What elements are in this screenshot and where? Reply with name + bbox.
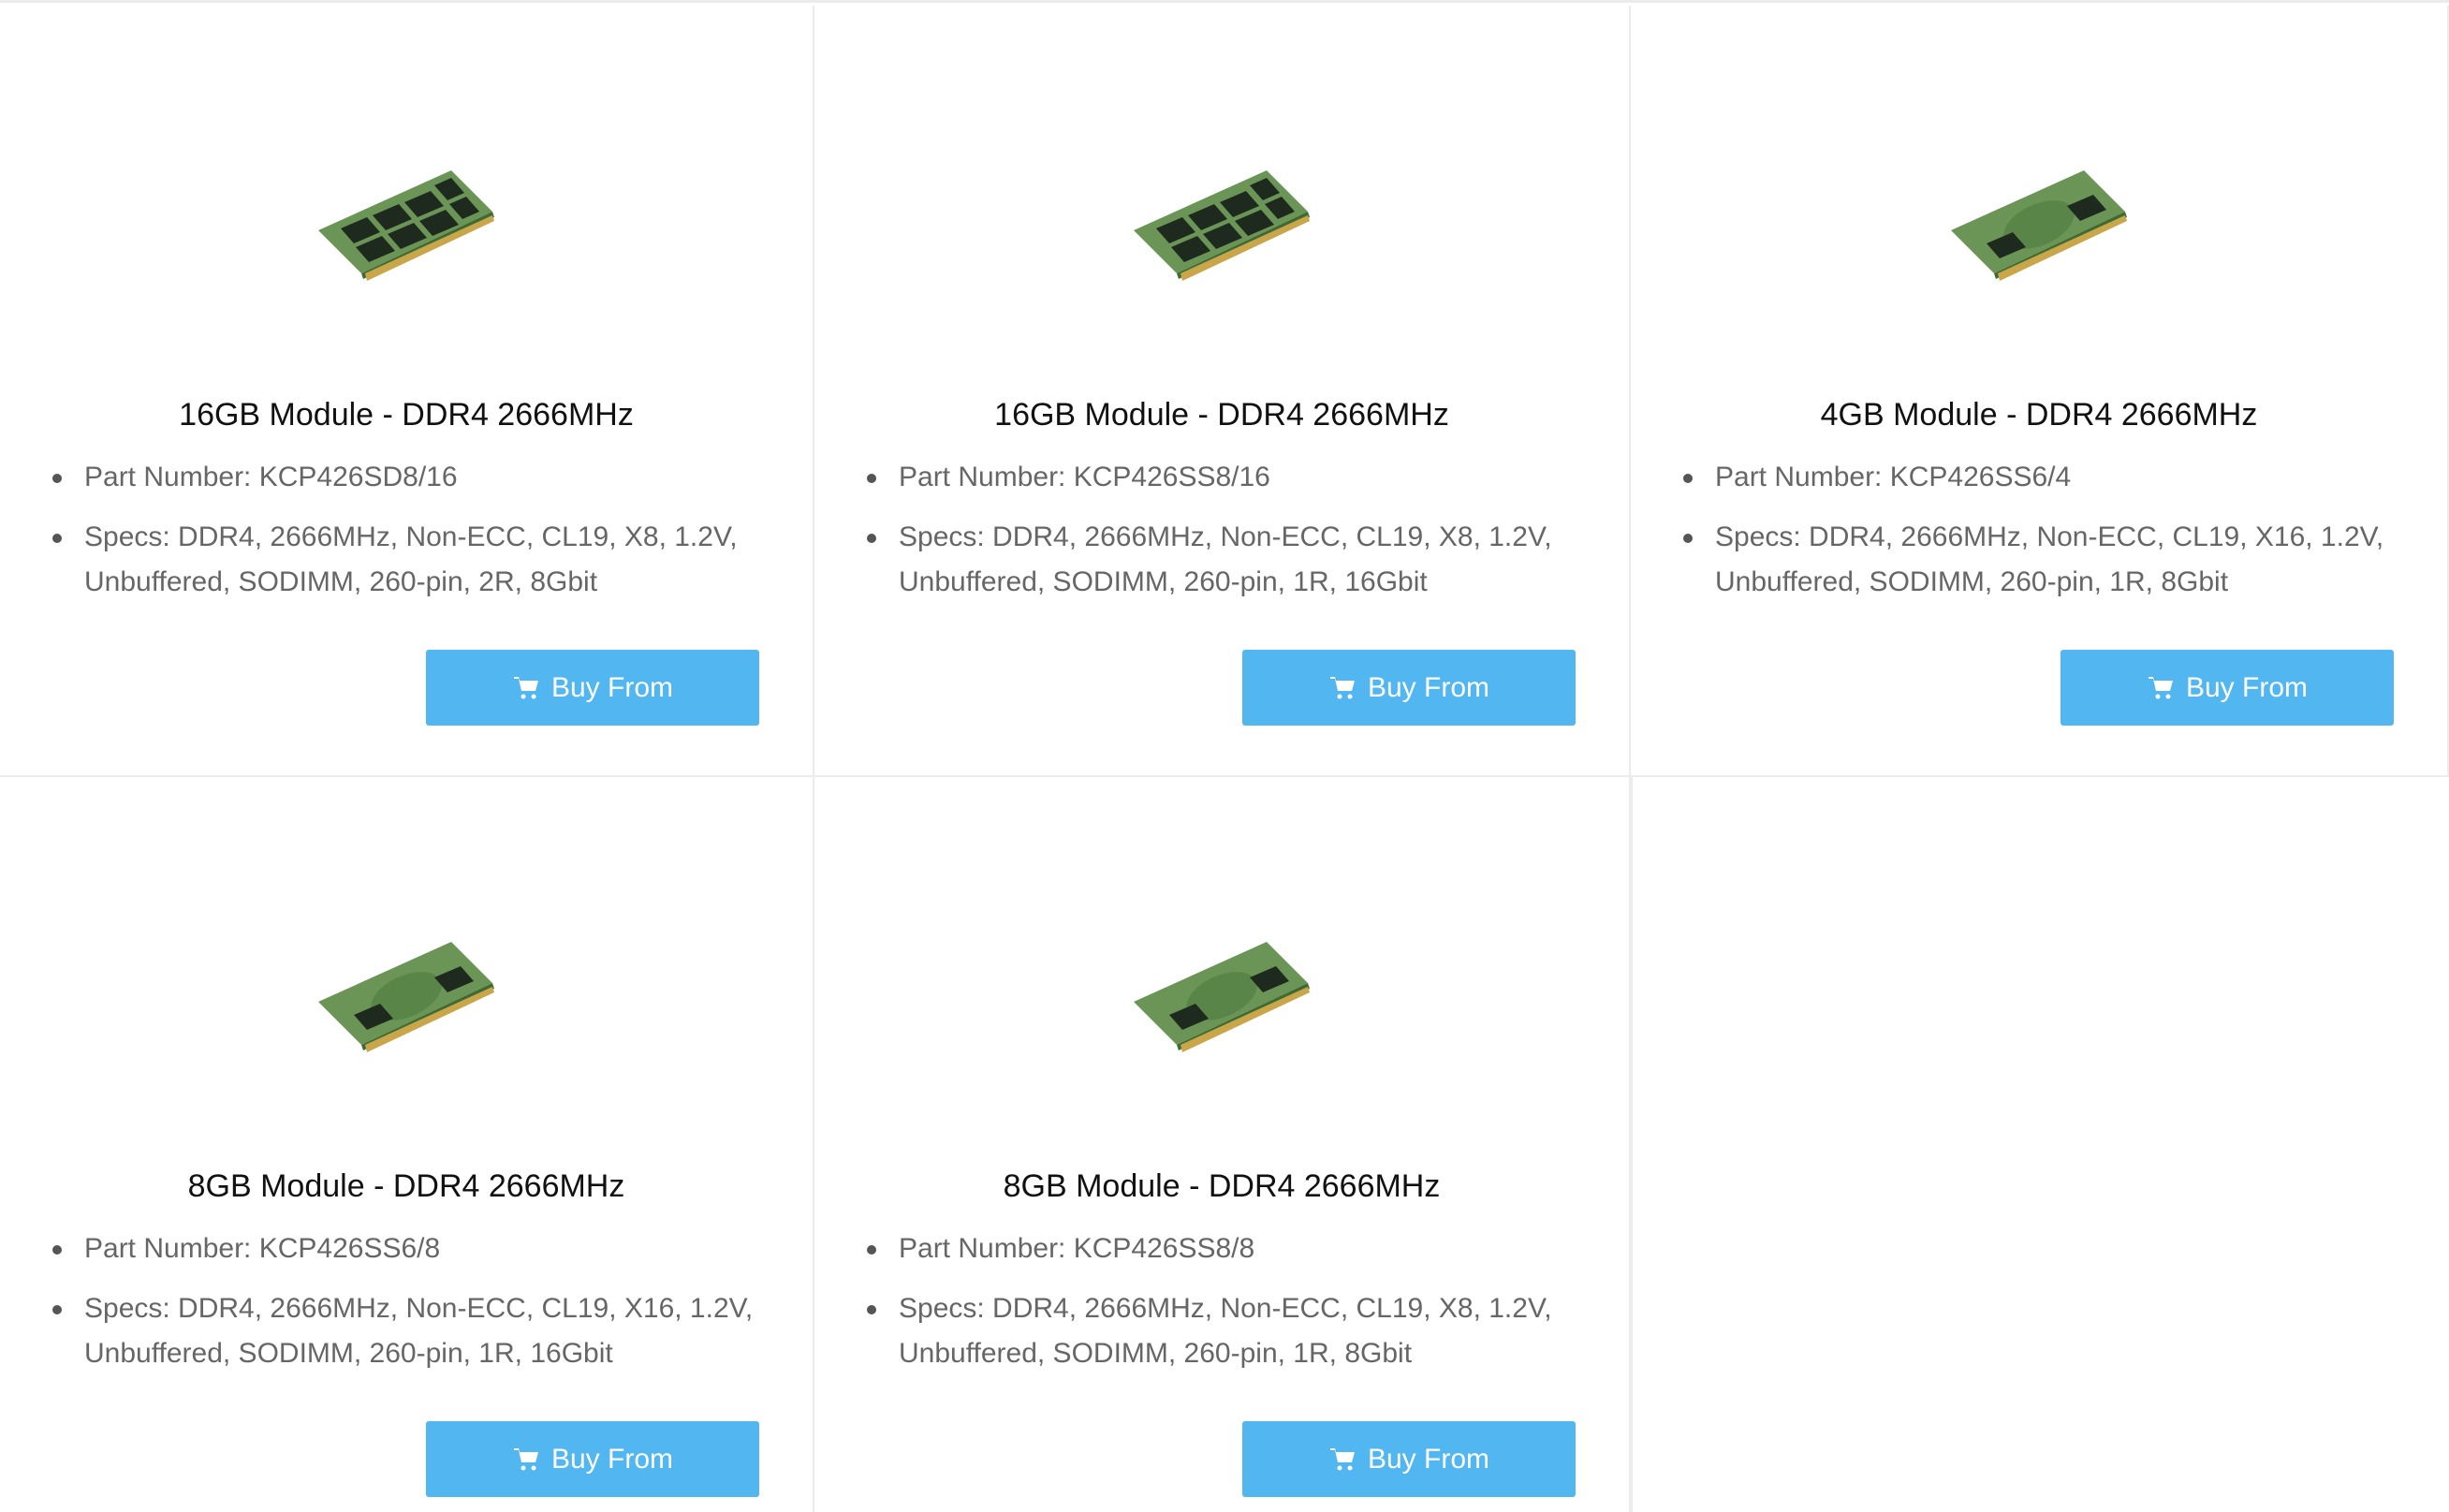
specs: Specs: DDR4, 2666MHz, Non-ECC, CL19, X8,… (52, 515, 775, 605)
bullet-icon (867, 1245, 876, 1255)
ram-module-image[interactable] (1945, 163, 2133, 294)
shopping-cart-icon (512, 673, 542, 703)
product-card: 8GB Module - DDR4 2666MHz Part Number: K… (0, 777, 814, 1512)
specs: Specs: DDR4, 2666MHz, Non-ECC, CL19, X8,… (867, 1286, 1591, 1376)
shopping-cart-icon (1328, 673, 1358, 703)
ram-module-dual-rank-icon (1134, 170, 1310, 281)
specs: Specs: DDR4, 2666MHz, Non-ECC, CL19, X8,… (867, 515, 1591, 605)
buy-from-label: Buy From (1367, 1443, 1490, 1475)
part-number: Part Number: KCP426SS6/8 (52, 1226, 775, 1271)
bullet-icon (1683, 534, 1693, 543)
bullet-icon (867, 534, 876, 543)
part-number-text: Part Number: KCP426SS8/16 (899, 462, 1270, 492)
buy-from-button[interactable]: Buy From (2060, 650, 2394, 726)
bullet-icon (1683, 474, 1693, 483)
bullet-icon (867, 1305, 876, 1314)
specs: Specs: DDR4, 2666MHz, Non-ECC, CL19, X16… (1683, 515, 2410, 605)
part-number-text: Part Number: KCP426SS6/4 (1715, 462, 2072, 492)
product-card: 16GB Module - DDR4 2666MHz Part Number: … (0, 6, 814, 777)
part-number-text: Part Number: KCP426SS6/8 (84, 1233, 441, 1264)
shopping-cart-icon (2147, 673, 2177, 703)
specs-text: Specs: DDR4, 2666MHz, Non-ECC, CL19, X16… (1715, 521, 2384, 597)
buy-from-button[interactable]: Buy From (426, 650, 759, 726)
buy-from-button[interactable]: Buy From (426, 1421, 759, 1497)
shopping-cart-icon (1328, 1445, 1358, 1475)
specs-text: Specs: DDR4, 2666MHz, Non-ECC, CL19, X8,… (899, 1293, 1552, 1369)
part-number: Part Number: KCP426SS8/8 (867, 1226, 1591, 1271)
product-card: 16GB Module - DDR4 2666MHz Part Number: … (814, 6, 1631, 777)
buy-from-button[interactable]: Buy From (1242, 650, 1576, 726)
ram-module-image[interactable] (1128, 934, 1315, 1065)
spec-list: Part Number: KCP426SS6/4 Specs: DDR4, 26… (1683, 455, 2410, 620)
product-grid: 16GB Module - DDR4 2666MHz Part Number: … (0, 0, 2449, 1512)
specs-text: Specs: DDR4, 2666MHz, Non-ECC, CL19, X16… (84, 1293, 754, 1369)
product-card: 4GB Module - DDR4 2666MHz Part Number: K… (1631, 6, 2449, 777)
part-number: Part Number: KCP426SD8/16 (52, 455, 775, 500)
ram-module-single-rank-icon (1951, 170, 2127, 281)
buy-from-label: Buy From (550, 1443, 674, 1475)
product-title[interactable]: 8GB Module - DDR4 2666MHz (0, 1164, 813, 1209)
spec-list: Part Number: KCP426SS8/8 Specs: DDR4, 26… (867, 1226, 1591, 1391)
part-number-text: Part Number: KCP426SS8/8 (899, 1233, 1255, 1264)
ram-module-single-rank-icon (1134, 942, 1310, 1052)
bullet-icon (52, 1245, 62, 1255)
product-title[interactable]: 16GB Module - DDR4 2666MHz (814, 392, 1629, 437)
buy-from-label: Buy From (550, 671, 674, 703)
bullet-icon (52, 534, 62, 543)
part-number: Part Number: KCP426SS6/4 (1683, 455, 2410, 500)
part-number: Part Number: KCP426SS8/16 (867, 455, 1591, 500)
spec-list: Part Number: KCP426SS8/16 Specs: DDR4, 2… (867, 455, 1591, 620)
specs: Specs: DDR4, 2666MHz, Non-ECC, CL19, X16… (52, 1286, 775, 1376)
product-title[interactable]: 4GB Module - DDR4 2666MHz (1631, 392, 2447, 437)
ram-module-single-rank-icon (318, 942, 494, 1052)
product-card: 8GB Module - DDR4 2666MHz Part Number: K… (814, 777, 1631, 1512)
part-number-text: Part Number: KCP426SD8/16 (84, 462, 458, 492)
empty-grid-cell (1631, 777, 2449, 1512)
ram-module-image[interactable] (1128, 163, 1315, 294)
buy-from-label: Buy From (1367, 671, 1490, 703)
ram-module-dual-rank-icon (318, 170, 494, 281)
buy-from-label: Buy From (2185, 671, 2309, 703)
product-title[interactable]: 8GB Module - DDR4 2666MHz (814, 1164, 1629, 1209)
specs-text: Specs: DDR4, 2666MHz, Non-ECC, CL19, X8,… (84, 521, 738, 597)
bullet-icon (867, 474, 876, 483)
product-title[interactable]: 16GB Module - DDR4 2666MHz (0, 392, 813, 437)
ram-module-image[interactable] (313, 163, 500, 294)
bullet-icon (52, 1305, 62, 1314)
buy-from-button[interactable]: Buy From (1242, 1421, 1576, 1497)
spec-list: Part Number: KCP426SD8/16 Specs: DDR4, 2… (52, 455, 775, 620)
shopping-cart-icon (512, 1445, 542, 1475)
specs-text: Specs: DDR4, 2666MHz, Non-ECC, CL19, X8,… (899, 521, 1552, 597)
bullet-icon (52, 474, 62, 483)
spec-list: Part Number: KCP426SS6/8 Specs: DDR4, 26… (52, 1226, 775, 1391)
ram-module-image[interactable] (313, 934, 500, 1065)
